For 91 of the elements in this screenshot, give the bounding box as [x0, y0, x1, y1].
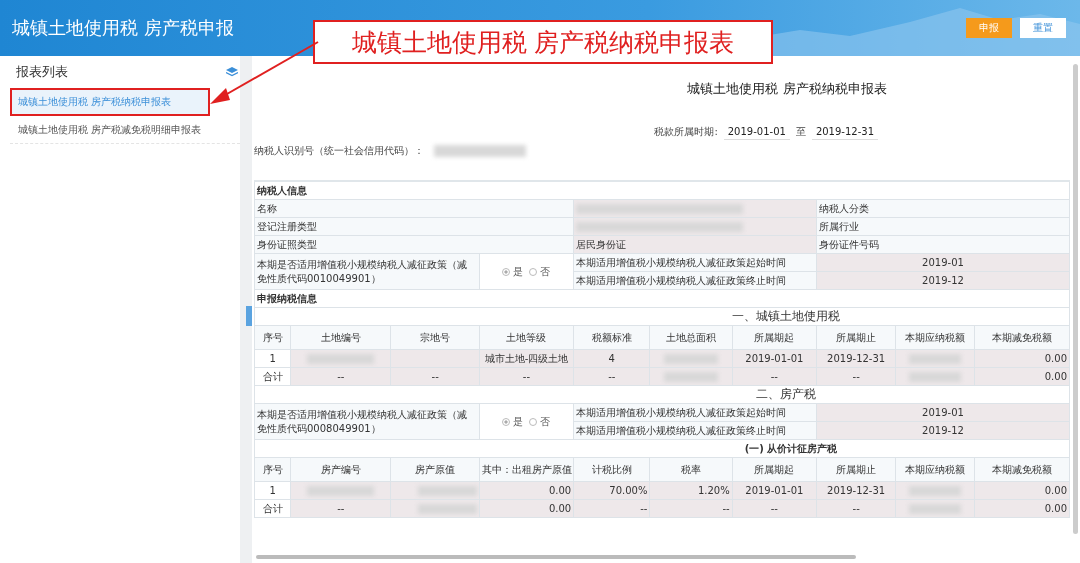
table-cell: 2019-01-01 — [745, 353, 804, 364]
field-label: 至 — [795, 125, 806, 139]
table-cell: -- — [770, 371, 778, 382]
table-cell: 2019-01-01 — [745, 485, 804, 496]
table-cell: 1.20% — [697, 485, 730, 496]
callout-box: 城镇土地使用税 房产税纳税申报表 — [313, 20, 773, 64]
column-header: 所属期止 — [836, 463, 877, 475]
field-label: 本期适用增值税小规模纳税人减征政策终止时间 — [576, 274, 787, 286]
date-field[interactable]: 2019-12-31 — [811, 124, 878, 140]
section-title: 一、城镇土地使用税 — [732, 309, 840, 323]
table-cell: 居民身份证 — [576, 238, 627, 250]
section-heading: 纳税人信息 — [257, 184, 307, 196]
field-label: 身份证件号码 — [819, 238, 879, 250]
table-cell: 2019-12 — [922, 425, 964, 436]
table-cell: 2019-01 — [922, 257, 964, 268]
table-cell: -- — [722, 503, 730, 514]
table-cell: -- — [852, 503, 860, 514]
policy-question: 本期是否适用增值税小规模纳税人减征政策（减免性质代码0010049901） — [257, 258, 467, 284]
table-cell: -- — [522, 371, 531, 382]
section-subtitle: (一) 从价计征房产税 — [744, 442, 838, 454]
radio-icon[interactable] — [502, 267, 511, 276]
column-header: 房产编号 — [320, 463, 361, 475]
table-cell: 2019-01 — [922, 407, 964, 418]
table-cell: -- — [640, 503, 648, 514]
table-cell: 2019-12 — [922, 275, 964, 286]
column-header: 所属期起 — [754, 331, 795, 343]
column-header: 土地等级 — [506, 331, 547, 343]
column-header: 本期应纳税额 — [904, 331, 965, 343]
column-header: 序号 — [262, 463, 283, 475]
table-cell: 合计 — [262, 370, 283, 382]
field-label: 身份证照类型 — [257, 238, 317, 250]
field-label: 名称 — [257, 202, 277, 214]
table-cell: 0.00 — [1044, 503, 1067, 514]
section-heading: 申报纳税信息 — [257, 292, 317, 304]
field-label: 本期适用增值税小规模纳税人减征政策终止时间 — [576, 424, 787, 436]
section-title: 二、房产税 — [756, 387, 816, 401]
table-cell: -- — [852, 371, 860, 382]
scrollbar[interactable] — [256, 555, 856, 559]
column-header: 税率 — [681, 463, 702, 475]
table-cell: 4 — [608, 353, 615, 364]
table-cell: 0.00 — [1044, 353, 1067, 364]
radio-option[interactable]: 是 — [502, 414, 524, 429]
app-title: 城镇土地使用税 房产税申报 — [12, 16, 234, 40]
table-cell: -- — [770, 503, 778, 514]
action-button[interactable]: 重置 — [1020, 18, 1066, 38]
table-cell: 1 — [269, 353, 276, 364]
date-field[interactable]: 2019-01-01 — [723, 124, 790, 140]
field-label: 登记注册类型 — [257, 220, 317, 232]
column-header: 土地总面积 — [666, 331, 717, 343]
table-cell: -- — [337, 503, 345, 514]
table-cell: 70.00% — [609, 485, 648, 496]
table-cell: 2019-12-31 — [827, 485, 886, 496]
field-label: 纳税人识别号（统一社会信用代码）： — [254, 144, 424, 158]
layers-icon[interactable] — [226, 67, 238, 77]
sidebar-heading: 报表列表 — [16, 63, 68, 81]
column-header: 所属期止 — [836, 331, 877, 343]
radio-option[interactable]: 否 — [529, 264, 551, 279]
table-cell: -- — [337, 371, 345, 382]
radio-option[interactable]: 是 — [502, 264, 524, 279]
radio-option[interactable]: 否 — [529, 414, 551, 429]
field-label: 所属行业 — [819, 220, 859, 232]
scrollbar[interactable] — [1073, 64, 1078, 534]
field-label: 税款所属时期: — [654, 125, 718, 139]
field-label: 纳税人分类 — [819, 202, 869, 214]
table-cell: 0.00 — [548, 485, 572, 496]
table-cell: 2019-12-31 — [827, 353, 886, 364]
column-header: 本期应纳税额 — [904, 463, 965, 475]
table-cell: 0.00 — [1044, 485, 1067, 496]
table-cell: 1 — [269, 485, 276, 496]
table-cell: -- — [608, 371, 616, 382]
column-header: 本期减免税额 — [991, 331, 1052, 343]
column-header: 序号 — [262, 331, 283, 343]
radio-icon[interactable] — [502, 417, 511, 426]
form-title: 城镇土地使用税 房产税纳税申报表 — [686, 80, 888, 98]
column-header: 宗地号 — [420, 331, 451, 343]
column-header: 土地编号 — [320, 331, 361, 343]
field-label: 本期适用增值税小规模纳税人减征政策起始时间 — [576, 256, 787, 268]
column-header: 所属期起 — [754, 463, 795, 475]
column-header: 计税比例 — [591, 463, 632, 475]
table-cell: 合计 — [262, 502, 283, 514]
column-header: 房产原值 — [415, 463, 456, 475]
table-cell: 0.00 — [1044, 371, 1067, 382]
table-cell: 0.00 — [548, 503, 572, 514]
policy-question: 本期是否适用增值税小规模纳税人减征政策（减免性质代码0008049901） — [257, 408, 467, 434]
column-header: 其中：出租房产原值 — [481, 463, 572, 475]
column-header: 税额标准 — [591, 331, 632, 343]
column-header: 本期减免税额 — [991, 463, 1052, 475]
field-label: 本期适用增值税小规模纳税人减征政策起始时间 — [576, 406, 787, 418]
table-cell: 城市土地-四级土地 — [484, 352, 569, 364]
table-cell: -- — [431, 371, 439, 382]
collapse-handle[interactable] — [246, 306, 252, 326]
